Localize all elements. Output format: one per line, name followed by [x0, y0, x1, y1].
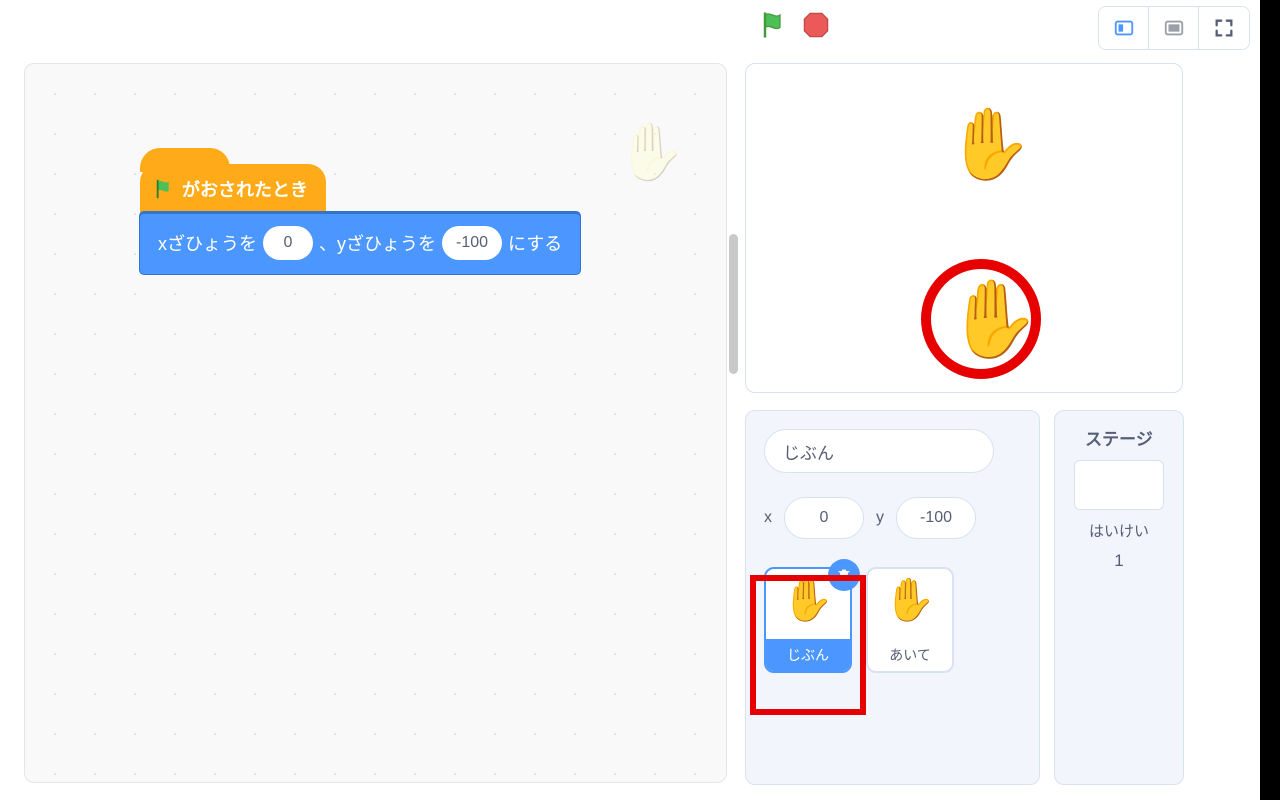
hand-icon: ✋ [782, 579, 834, 621]
workspace-scrollbar[interactable] [729, 234, 738, 374]
x-label: x [764, 509, 772, 527]
sprite-tile-jibun[interactable]: ✋ じぶん [764, 567, 852, 673]
goto-suffix: にする [508, 230, 562, 256]
trash-icon [836, 567, 852, 583]
annotation-circle [921, 259, 1041, 379]
sprite-aite-on-stage[interactable]: ✋ [946, 104, 1033, 186]
sprite-info-panel: じぶん x 0 y -100 ✋ じぶん ✋ あいて [745, 410, 1040, 785]
backdrop-label: はいけい [1089, 520, 1149, 541]
sprite-watermark-icon: ✋ [616, 119, 686, 185]
right-dark-strip [1260, 0, 1280, 800]
stop-button[interactable] [802, 11, 830, 39]
stage-size-controls [1098, 6, 1250, 50]
sprite-y-input[interactable]: -100 [896, 497, 976, 539]
y-label: y [876, 509, 884, 527]
stage-small-button[interactable] [1099, 7, 1149, 49]
stage-title: ステージ [1085, 425, 1153, 450]
hand-icon: ✋ [884, 579, 936, 621]
backdrop-count: 1 [1114, 551, 1123, 571]
script-workspace[interactable]: ✋ がおされたとき xざひょうを 0 、yざひょうを -100 にする [24, 63, 727, 783]
hat-block-label: がおされたとき [182, 176, 308, 202]
sprite-tile-label: あいて [868, 639, 952, 671]
delete-sprite-button[interactable] [828, 559, 860, 591]
sprite-tile-aite[interactable]: ✋ あいて [866, 567, 954, 673]
when-flag-clicked-block[interactable]: がおされたとき [140, 164, 326, 216]
goto-prefix: xざひょうを [158, 230, 257, 256]
window-top-strip [0, 0, 1280, 20]
sprite-x-input[interactable]: 0 [784, 497, 864, 539]
green-flag-icon [154, 178, 176, 200]
green-flag-button[interactable] [760, 10, 790, 40]
backdrop-thumbnail[interactable] [1074, 460, 1164, 510]
stage-preview[interactable]: ✋ ✋ [745, 63, 1183, 393]
sprite-tile-label: じぶん [766, 639, 850, 671]
goto-xy-block[interactable]: xざひょうを 0 、yざひょうを -100 にする [140, 212, 580, 274]
goto-x-input[interactable]: 0 [263, 226, 313, 260]
fullscreen-button[interactable] [1199, 7, 1249, 49]
goto-mid: 、yざひょうを [319, 230, 436, 256]
stage-large-button[interactable] [1149, 7, 1199, 49]
sprite-name-input[interactable]: じぶん [764, 429, 994, 473]
stage-backdrop-panel: ステージ はいけい 1 [1054, 410, 1184, 785]
goto-y-input[interactable]: -100 [442, 226, 502, 260]
